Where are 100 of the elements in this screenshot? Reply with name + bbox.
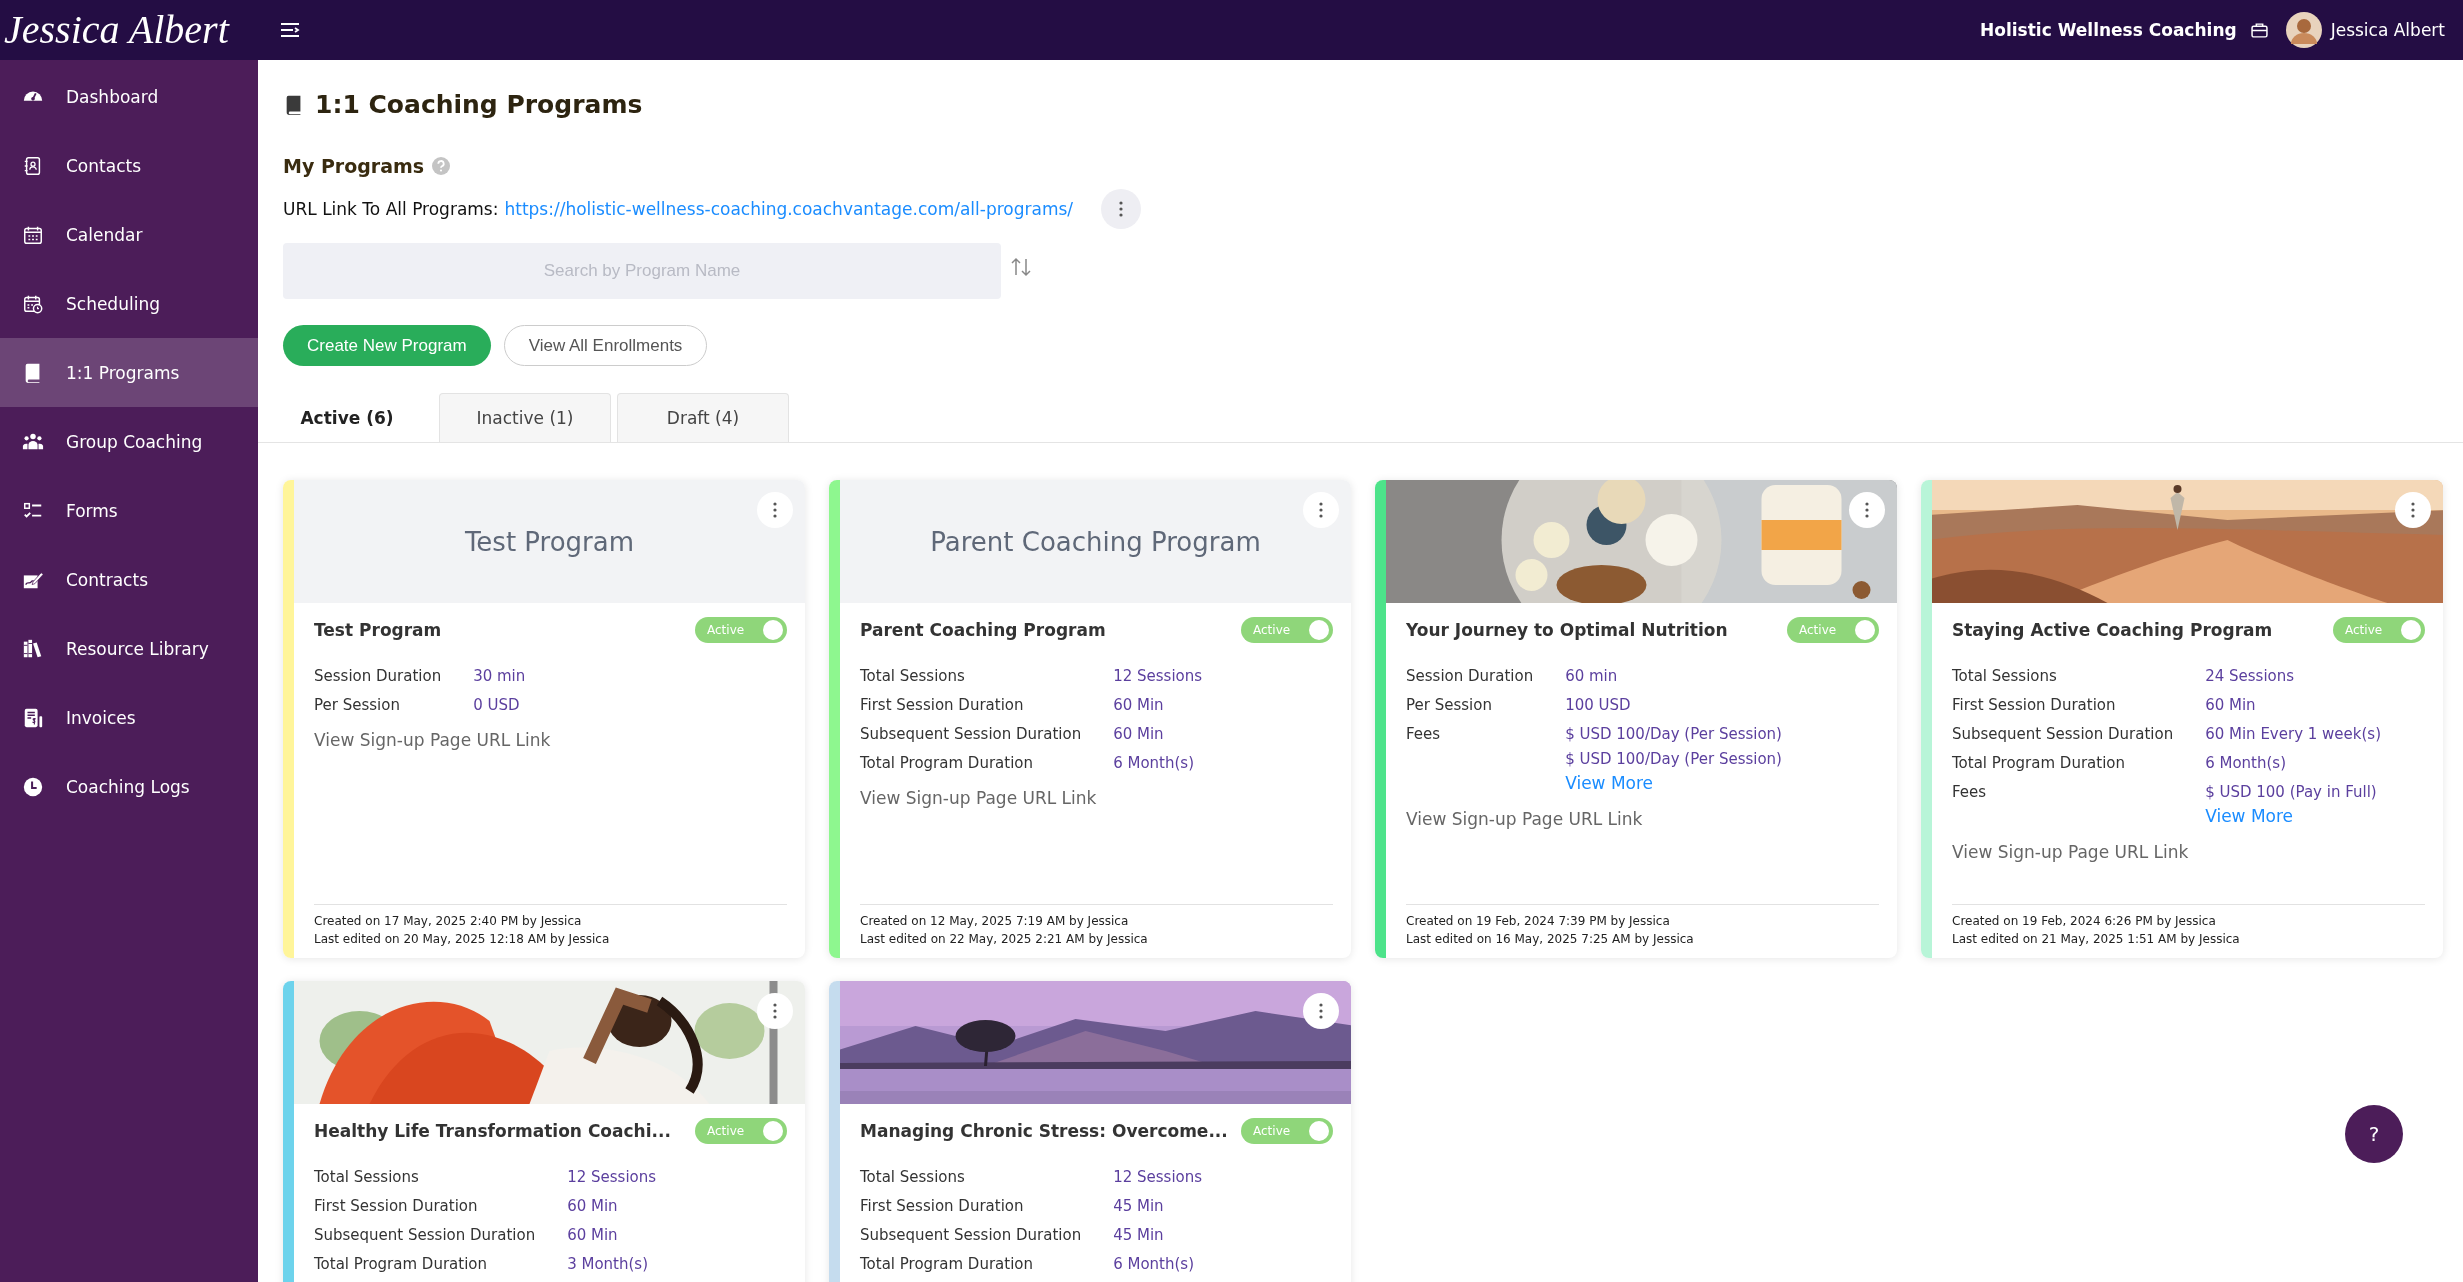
edited-info: Last edited on 16 May, 2025 7:25 AM by Jessica — [1406, 932, 1695, 946]
help-button[interactable]: ? — [2345, 1105, 2403, 1163]
detail-value: 12 Sessions — [1113, 667, 1204, 685]
detail-label: First Session Duration — [314, 1197, 479, 1215]
kebab-icon — [773, 502, 777, 518]
sidebar-item[interactable]: Resource Library — [0, 614, 258, 683]
detail-label: Total Sessions — [860, 667, 966, 685]
sidebar-item[interactable]: Contracts — [0, 545, 258, 614]
sidebar-item[interactable]: Dashboard — [0, 62, 258, 131]
organization-name: Holistic Wellness Coaching — [1980, 20, 2237, 40]
detail-value: 60 Min — [1113, 725, 1165, 743]
detail-value: 100 USD — [1565, 696, 1632, 714]
sidebar-item[interactable]: Forms — [0, 476, 258, 545]
detail-label: Session Duration — [314, 667, 442, 685]
cover-title: Test Program — [464, 526, 635, 557]
sidebar-item[interactable]: Calendar — [0, 200, 258, 269]
detail-value: 6 Month(s) — [1113, 1255, 1195, 1273]
signup-link[interactable]: View Sign-up Page URL Link — [860, 788, 1333, 808]
detail-label: Subsequent Session Duration — [314, 1226, 536, 1244]
kebab-icon — [1865, 502, 1869, 518]
tab[interactable]: Inactive (1) — [439, 393, 611, 442]
briefcase-icon[interactable] — [2250, 22, 2268, 38]
sidebar-item[interactable]: Scheduling — [0, 269, 258, 338]
detail-label: Total Program Duration — [314, 1255, 488, 1273]
signup-link[interactable]: View Sign-up Page URL Link — [1406, 809, 1879, 829]
invoice-icon — [22, 706, 44, 729]
user-name[interactable]: Jessica Albert — [2330, 20, 2445, 40]
detail-value: 60 Min — [1113, 696, 1165, 714]
program-name: Your Journey to Optimal Nutrition — [1406, 620, 1728, 640]
detail-label: Subsequent Session Duration — [860, 1226, 1082, 1244]
program-name: Managing Chronic Stress: Overcome... — [860, 1121, 1228, 1141]
detail-value: 60 Min — [2205, 696, 2257, 714]
section-title: My Programs — [283, 155, 425, 177]
detail-label: First Session Duration — [1952, 696, 2117, 714]
created-info: Created on 19 Feb, 2024 6:26 PM by Jessica — [1952, 914, 2217, 928]
program-name: Parent Coaching Program — [860, 620, 1106, 640]
detail-label: Total Sessions — [860, 1168, 966, 1186]
edited-info: Last edited on 22 May, 2025 2:21 AM by Jessica — [860, 932, 1149, 946]
detail-label: Fees — [1406, 725, 1442, 745]
sidebar-item[interactable]: Contacts — [0, 131, 258, 200]
kebab-icon — [2411, 502, 2415, 518]
detail-value: 45 Min — [1113, 1197, 1165, 1215]
menu-icon[interactable] — [280, 22, 300, 38]
detail-value: $ USD 100/Day (Per Session) — [1565, 750, 1783, 768]
created-info: Created on 17 May, 2025 2:40 PM by Jessica — [314, 914, 583, 928]
kebab-icon — [773, 1003, 777, 1019]
detail-value: 3 Month(s) — [567, 1255, 649, 1273]
detail-value: 60 Min — [567, 1226, 619, 1244]
detail-label: Total Sessions — [1952, 667, 2058, 685]
sidebar-item[interactable]: Invoices — [0, 683, 258, 752]
url-label: URL Link To All Programs: — [283, 199, 499, 219]
tab[interactable]: Draft (4) — [617, 393, 789, 442]
sidebar-item[interactable]: Group Coaching — [0, 407, 258, 476]
detail-value: 6 Month(s) — [1113, 754, 1195, 772]
books-icon — [22, 637, 44, 660]
clock-icon — [22, 775, 44, 798]
created-info: Created on 12 May, 2025 7:19 AM by Jessica — [860, 914, 1130, 928]
detail-value: 60 min — [1565, 667, 1619, 685]
enrollments-button[interactable]: View All Enrollments — [503, 325, 708, 366]
kebab-icon — [1119, 201, 1124, 217]
detail-label: First Session Duration — [860, 1197, 1025, 1215]
program-name: Test Program — [314, 620, 442, 640]
detail-label: Subsequent Session Duration — [1952, 725, 2174, 743]
detail-value: 45 Min — [1113, 1226, 1165, 1244]
avatar[interactable] — [2285, 12, 2322, 48]
created-info: Created on 19 Feb, 2024 7:39 PM by Jessica — [1406, 914, 1671, 928]
detail-label: Fees — [1952, 783, 1988, 803]
signup-link[interactable]: View Sign-up Page URL Link — [314, 730, 787, 750]
detail-label: Session Duration — [1406, 667, 1534, 685]
detail-label: Total Program Duration — [1952, 754, 2126, 772]
detail-value: $ USD 100 (Pay in Full) — [2205, 783, 2378, 801]
detail-value: 0 USD — [473, 696, 521, 714]
detail-label: Per Session — [314, 696, 401, 714]
detail-value: $ USD 100/Day (Per Session) — [1565, 725, 1783, 743]
kebab-icon — [1319, 502, 1323, 518]
more-options-button[interactable] — [1101, 189, 1142, 229]
detail-value: 60 Min Every 1 week(s) — [2205, 725, 2383, 743]
detail-value: 24 Sessions — [2205, 667, 2296, 685]
edited-info: Last edited on 20 May, 2025 12:18 AM by Jessica — [314, 932, 611, 946]
sort-icon[interactable] — [1009, 255, 1033, 279]
logo[interactable]: Jessica Albert — [0, 6, 260, 54]
detail-value: 30 min — [473, 667, 527, 685]
program-name: Staying Active Coaching Program — [1952, 620, 2273, 640]
detail-label: Per Session — [1406, 696, 1493, 714]
page-title: 1:1 Coaching Programs — [315, 90, 643, 119]
sidebar-item[interactable]: 1:1 Programs — [0, 338, 258, 407]
detail-label: Subsequent Session Duration — [860, 725, 1082, 743]
detail-label: Total Program Duration — [860, 754, 1034, 772]
edited-info: Last edited on 21 May, 2025 1:51 AM by Jessica — [1952, 932, 2241, 946]
program-name: Healthy Life Transformation Coachi... — [314, 1121, 671, 1141]
kebab-icon — [1319, 1003, 1323, 1019]
detail-label: Total Program Duration — [860, 1255, 1034, 1273]
sidebar-item[interactable]: Coaching Logs — [0, 752, 258, 821]
signup-link[interactable]: View Sign-up Page URL Link — [1952, 842, 2425, 862]
detail-value: 12 Sessions — [567, 1168, 658, 1186]
detail-value: 60 Min — [567, 1197, 619, 1215]
detail-label: First Session Duration — [860, 696, 1025, 714]
detail-label: Total Sessions — [314, 1168, 420, 1186]
detail-value: 6 Month(s) — [2205, 754, 2287, 772]
detail-value: 12 Sessions — [1113, 1168, 1204, 1186]
